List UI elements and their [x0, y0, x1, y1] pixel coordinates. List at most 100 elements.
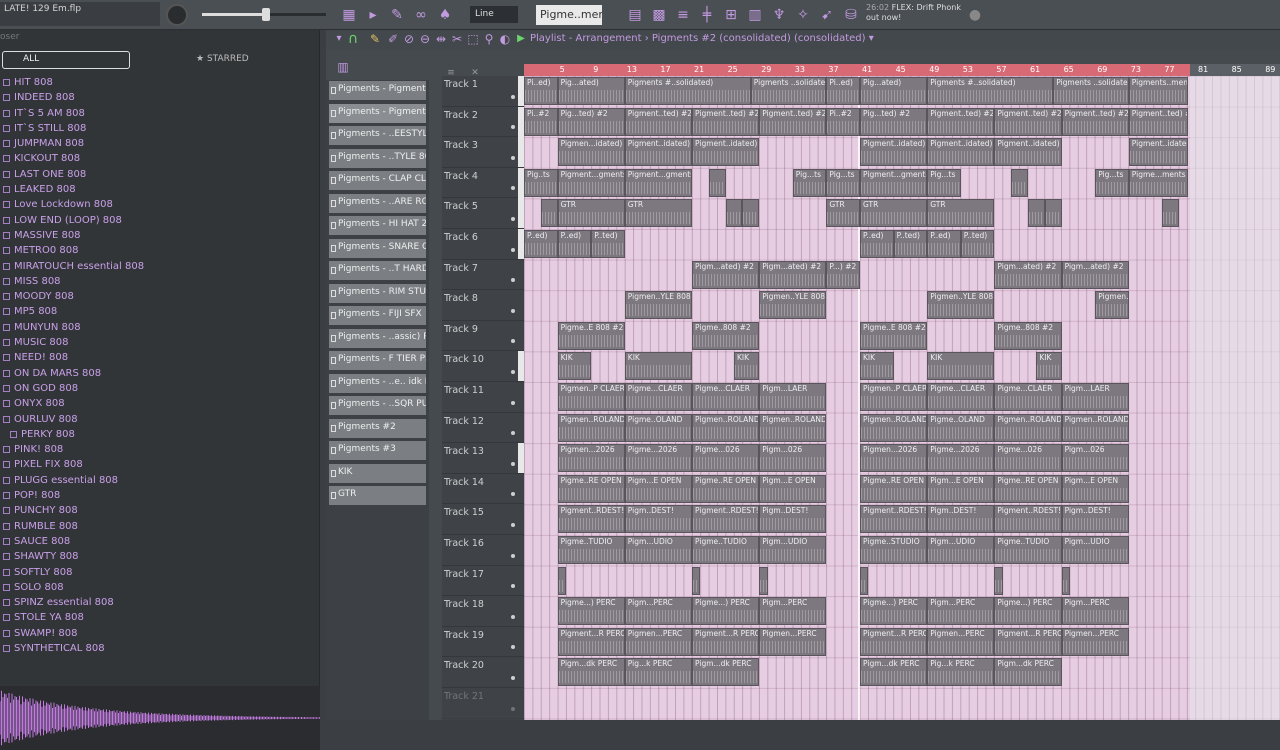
playlist-clip[interactable]: Pigm...dk PERC [692, 658, 760, 687]
pattern-item[interactable]: Pigments - ..T HARDEST [329, 261, 426, 280]
browser-item[interactable]: IT`S STILL 808 [0, 121, 320, 136]
playlist-clip[interactable]: Pigment..idated) [624, 138, 692, 167]
playlist-clip[interactable]: GTR [826, 199, 860, 228]
playlist-clip[interactable]: Pigm...ated) #2 [994, 260, 1062, 289]
playlist-clip[interactable]: Pigm...UDIO [927, 536, 995, 564]
track-enable-dot[interactable] [511, 339, 515, 344]
track-header[interactable]: Track 19 [442, 627, 524, 658]
playlist-clip[interactable]: Pigme...) PERC [692, 597, 760, 626]
playlist-clip[interactable]: Pigment...gments [624, 168, 692, 197]
browser-icon[interactable]: ▥ [746, 6, 764, 24]
playlist-clip[interactable]: Pigment..ted) #2 [624, 107, 692, 136]
playlist-clip[interactable]: Pigments ..solidated) [750, 77, 827, 105]
cloud-icon[interactable]: ➹ [818, 6, 836, 24]
playlist-clip[interactable]: Pigm...ated) #2 [1061, 260, 1129, 289]
track-header[interactable]: Track 15 [442, 504, 524, 535]
track-header[interactable]: Track 7 [442, 260, 524, 291]
track-header[interactable]: Track 13 [442, 443, 524, 474]
track-enable-dot[interactable] [511, 553, 515, 558]
track-header[interactable]: Track 12 [442, 413, 524, 444]
playlist-clip[interactable]: Pig...ts [792, 168, 827, 197]
browser-item[interactable]: MUSIC 808 [0, 335, 320, 350]
track-enable-dot[interactable] [511, 247, 515, 252]
playlist-clip[interactable]: Pigments #..solidated) [927, 77, 1054, 105]
playlist-clip[interactable]: Pigme..808 #2 [692, 321, 760, 350]
playlist-clip[interactable]: Pigme...) PERC [860, 597, 928, 626]
browser-item[interactable]: MASSIVE 808 [0, 228, 320, 243]
browser-item[interactable]: SAUCE 808 [0, 534, 320, 549]
playlist-clip[interactable]: Pigm...E OPEN [1061, 474, 1129, 503]
playlist-clip[interactable]: Pigment..idated) [692, 138, 760, 167]
track-enable-dot[interactable] [511, 369, 515, 374]
browser-item[interactable]: MISS 808 [0, 274, 320, 289]
playlist-clip[interactable] [742, 199, 760, 228]
playlist-clip[interactable]: P..ed) [927, 230, 961, 258]
playlist-clip[interactable]: Pigmen..ROLAND [759, 413, 827, 442]
browser-item[interactable]: MP5 808 [0, 304, 320, 319]
track-enable-dot[interactable] [511, 125, 515, 130]
pattern-item[interactable]: Pigments - ..ARE ROLAND [329, 193, 426, 213]
playlist-clip[interactable]: Pigm..DEST! [1061, 505, 1129, 534]
playlist-clip[interactable]: Pigm...E OPEN [759, 474, 827, 503]
playlist-clip[interactable]: Pigm...PERC [759, 597, 827, 626]
playlist-clip[interactable]: Pigment..RDEST! [860, 505, 928, 534]
pattern-item[interactable]: GTR [329, 486, 426, 505]
track-enable-dot[interactable] [511, 522, 515, 527]
playlist-clip[interactable]: Pig...ts [927, 168, 961, 197]
track-header[interactable]: Track 17 [442, 566, 524, 597]
browser-item[interactable]: MIRATOUCH essential 808 [0, 259, 320, 274]
pattern-item[interactable]: Pigments #3 [329, 441, 426, 460]
browser-item[interactable]: HIT 808 [0, 75, 320, 90]
playlist-clip[interactable]: Pigme...026 [692, 444, 760, 473]
playlist-clip[interactable]: KIK [860, 352, 894, 381]
playlist-clip[interactable]: Pigment..ted) #2 [994, 107, 1062, 136]
browser-item[interactable]: POP! 808 [0, 488, 320, 503]
volume-thumb[interactable] [262, 8, 270, 21]
playlist-clip[interactable]: Pigm...UDIO [759, 536, 827, 564]
playlist-clip[interactable]: Pigm...E OPEN [927, 474, 995, 503]
playlist-clip[interactable]: Pig...ated) [860, 77, 928, 105]
track-enable-dot[interactable] [511, 400, 515, 405]
track-enable-dot[interactable] [511, 492, 515, 497]
browser-item[interactable]: MUNYUN 808 [0, 320, 320, 335]
playlist-clip[interactable]: Pigmen..ROLAND [557, 413, 625, 442]
playlist-clip[interactable]: Pigmen...PERC [759, 627, 827, 656]
playlist-clip[interactable]: P..ed) [557, 230, 592, 258]
playlist-clip[interactable]: KIK [1036, 352, 1062, 381]
playlist-clip[interactable]: Pigm...dk PERC [557, 658, 625, 687]
playlist-clip[interactable]: Pigment..ted) #2 [692, 107, 760, 136]
playlist-clip[interactable]: Pigmen..YLE 808 [624, 291, 692, 320]
browser-item[interactable]: PLUGG essential 808 [0, 473, 320, 488]
playlist-clip[interactable]: Pigment..idated) [927, 138, 995, 167]
playlist-clip[interactable]: Pigme..RE OPEN [994, 474, 1062, 503]
track-header[interactable]: Track 20 [442, 657, 524, 688]
loop-region[interactable] [524, 64, 1190, 76]
playlist-clip[interactable]: Pigme..TUDIO [994, 536, 1062, 564]
track-enable-dot[interactable] [511, 431, 515, 436]
playlist-clip[interactable]: Pi..#2 [826, 107, 860, 136]
track-header[interactable]: Track 16 [442, 535, 524, 566]
track-header[interactable]: Track 1 [442, 76, 524, 107]
pattern-item[interactable]: Pigments - HI HAT 2026 [329, 216, 426, 235]
playlist-clip[interactable]: Pig...k PERC [624, 658, 692, 687]
pencil-icon[interactable]: ✎ [366, 30, 384, 48]
track-enable-dot[interactable] [511, 155, 515, 160]
playlist-clip[interactable]: KIK [734, 352, 760, 381]
playlist-clip[interactable]: Pigment..RDEST! [994, 505, 1062, 534]
browser-item[interactable]: JUMPMAN 808 [0, 136, 320, 151]
track-header[interactable]: Track 10 [442, 351, 524, 382]
playlist-clip[interactable]: GTR [927, 199, 995, 228]
playlist-clip[interactable]: Pigmen..ROLAND [860, 413, 928, 442]
track-enable-dot[interactable] [511, 94, 515, 99]
playlist-clip[interactable]: Pigm..DEST! [759, 505, 827, 534]
arrangement-play-icon[interactable]: ▶ [512, 30, 530, 48]
playlist-clip[interactable]: KIK [927, 352, 995, 381]
browser-item[interactable]: PUNCHY 808 [0, 503, 320, 518]
track-header[interactable]: Track 4 [442, 167, 524, 199]
track-enable-dot[interactable] [511, 216, 515, 221]
playlist-clip[interactable]: Pigments ..solidated) [1053, 77, 1129, 105]
playlist-clip[interactable]: Pigmen...2026 [860, 444, 928, 473]
track-header[interactable]: Track 21 [442, 688, 524, 719]
pattern-item[interactable]: Pigments - RIM STUDIO [329, 283, 426, 303]
browser-item[interactable]: PERKY 808 [0, 427, 320, 442]
